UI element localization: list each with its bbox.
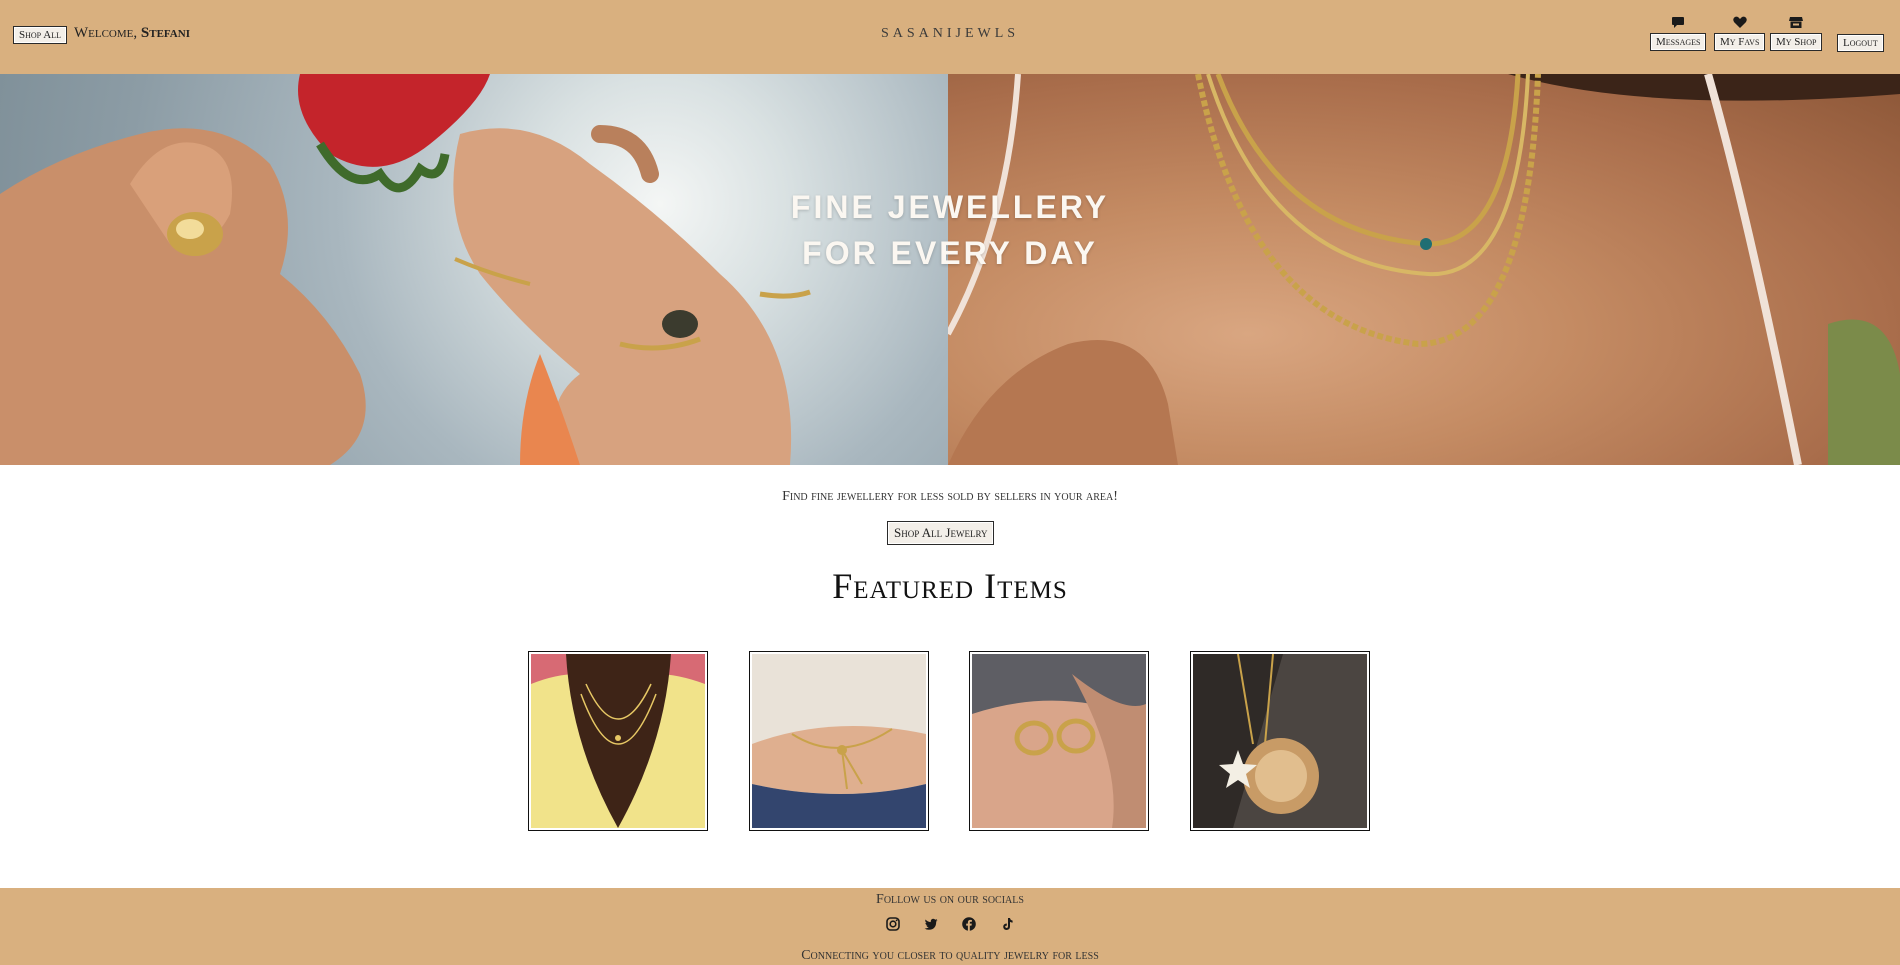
connect-text: Connecting you closer to quality jewelry… [801,948,1099,963]
tiktok-icon[interactable] [999,916,1015,932]
heart-icon [1733,16,1747,28]
nav-shop[interactable]: My Shop [1770,14,1823,51]
instagram-icon[interactable] [885,916,901,932]
featured-item-image [1193,654,1367,828]
featured-item-image [531,654,705,828]
hero-title-line2: FOR EVERY DAY [802,235,1098,271]
featured-item-2[interactable] [749,651,929,831]
top-bar: Shop All Welcome, Stefani SASANIJEWLS Me… [0,0,1900,74]
tagline: Find fine jewellery for less sold by sel… [782,489,1118,504]
social-links [0,916,1900,932]
nav-favs[interactable]: My Favs [1714,14,1766,51]
my-shop-button[interactable]: My Shop [1770,33,1823,51]
hero-title: FINE JEWELLERY FOR EVERY DAY [0,184,1900,276]
hero-banner: FINE JEWELLERY FOR EVERY DAY [0,74,1900,465]
hero-title-line1: FINE JEWELLERY [790,189,1110,225]
brand-logo-text[interactable]: SASANIJEWLS [0,26,1900,42]
featured-item-1[interactable] [528,651,708,831]
my-favs-button[interactable]: My Favs [1714,33,1766,51]
message-icon [1672,17,1685,28]
messages-button[interactable]: Messages [1650,33,1707,51]
logout-button[interactable]: Logout [1837,34,1884,52]
nav-messages[interactable]: Messages [1650,14,1707,51]
store-icon [1789,17,1804,28]
facebook-icon[interactable] [961,916,977,932]
shop-all-jewelry-button[interactable]: Shop All Jewelry [887,521,995,545]
twitter-icon[interactable] [923,916,939,932]
follow-text: Follow us on our socials [876,892,1024,907]
featured-item-image [972,654,1146,828]
footer: Follow us on our socials Connecting you … [0,888,1900,965]
featured-item-image [752,654,926,828]
featured-item-3[interactable] [969,651,1149,831]
featured-items-heading: Featured Items [832,566,1068,606]
featured-item-4[interactable] [1190,651,1370,831]
